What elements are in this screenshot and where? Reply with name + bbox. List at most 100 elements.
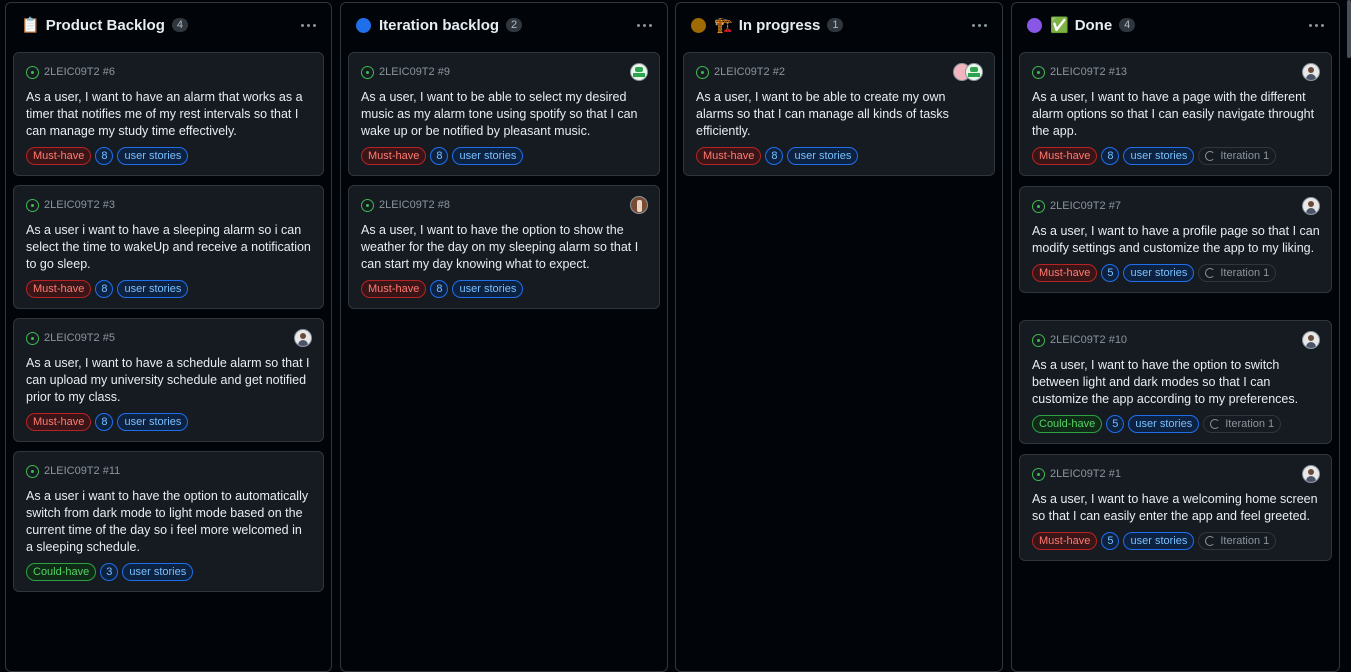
size-label[interactable]: 5 xyxy=(1106,415,1125,433)
open-issue-icon xyxy=(26,65,39,79)
assignees[interactable] xyxy=(294,329,312,347)
assignees[interactable] xyxy=(1302,63,1320,81)
avatar[interactable] xyxy=(1302,331,1320,349)
assignees[interactable] xyxy=(630,63,648,81)
size-label[interactable]: 5 xyxy=(1101,264,1120,282)
issue-card[interactable]: 2LEIC09T2 #3 As a user i want to have a s… xyxy=(13,185,324,309)
issue-reference[interactable]: 2LEIC09T2 #2 xyxy=(714,66,785,78)
avatar[interactable] xyxy=(965,63,983,81)
column-menu-icon[interactable] xyxy=(631,15,657,35)
column-count-badge: 4 xyxy=(1119,18,1136,32)
priority-label[interactable]: Could-have xyxy=(1032,415,1103,433)
issue-card[interactable]: 2LEIC09T2 #1 As a user, I want to have a … xyxy=(1019,454,1332,561)
priority-label[interactable]: Must-have xyxy=(26,280,92,298)
issue-title[interactable]: As a user i want to have a sleeping alar… xyxy=(26,222,312,273)
issue-title[interactable]: As a user, I want to be able to create m… xyxy=(696,89,983,140)
assignees[interactable] xyxy=(1302,465,1320,483)
assignees[interactable] xyxy=(953,63,983,81)
priority-label[interactable]: Must-have xyxy=(1032,147,1098,165)
type-label[interactable]: user stories xyxy=(122,563,194,581)
issue-reference[interactable]: 2LEIC09T2 #6 xyxy=(44,66,115,78)
issue-reference[interactable]: 2LEIC09T2 #11 xyxy=(44,465,120,477)
issue-reference[interactable]: 2LEIC09T2 #8 xyxy=(379,199,450,211)
size-label[interactable]: 8 xyxy=(1101,147,1120,165)
type-label[interactable]: user stories xyxy=(117,147,189,165)
card-header: 2LEIC09T2 #1 xyxy=(1032,465,1320,483)
issue-card[interactable]: 2LEIC09T2 #9 As a user, I want to be able… xyxy=(348,52,660,176)
priority-label[interactable]: Could-have xyxy=(26,563,97,581)
type-label[interactable]: user stories xyxy=(452,147,524,165)
issue-reference[interactable]: 2LEIC09T2 #5 xyxy=(44,332,115,344)
board-scrollbar[interactable] xyxy=(1347,0,1351,58)
issue-title[interactable]: As a user, I want to have the option to … xyxy=(361,222,648,273)
type-label[interactable]: user stories xyxy=(1123,264,1195,282)
size-label[interactable]: 8 xyxy=(95,413,114,431)
type-label[interactable]: user stories xyxy=(1123,532,1195,550)
size-label[interactable]: 8 xyxy=(95,280,114,298)
issue-card[interactable]: 2LEIC09T2 #7 As a user, I want to have a … xyxy=(1019,186,1332,293)
column-menu-icon[interactable] xyxy=(966,15,992,35)
issue-card[interactable]: 2LEIC09T2 #5 As a user, I want to have a … xyxy=(13,318,324,442)
issue-title[interactable]: As a user, I want to have an alarm that … xyxy=(26,89,312,140)
iteration-label[interactable]: Iteration 1 xyxy=(1198,147,1277,165)
issue-title[interactable]: As a user, I want to have a welcoming ho… xyxy=(1032,491,1320,525)
issue-card[interactable]: 2LEIC09T2 #2 As a user, I want to be able… xyxy=(683,52,995,176)
iteration-label[interactable]: Iteration 1 xyxy=(1198,532,1277,550)
type-label[interactable]: user stories xyxy=(117,280,189,298)
card-labels: Must-have 8 user stories Iteration 1 xyxy=(1032,147,1320,165)
column-menu-icon[interactable] xyxy=(1303,15,1329,35)
iteration-icon xyxy=(1205,268,1216,278)
issue-card[interactable]: 2LEIC09T2 #8 As a user, I want to have th… xyxy=(348,185,660,309)
issue-reference[interactable]: 2LEIC09T2 #13 xyxy=(1050,66,1127,78)
type-label[interactable]: user stories xyxy=(1128,415,1200,433)
priority-label[interactable]: Must-have xyxy=(1032,264,1098,282)
assignees[interactable] xyxy=(630,196,648,214)
column-menu-icon[interactable] xyxy=(295,15,321,35)
size-label[interactable]: 5 xyxy=(1101,532,1120,550)
issue-card[interactable]: 2LEIC09T2 #6 As a user, I want to have an… xyxy=(13,52,324,176)
size-label[interactable]: 8 xyxy=(95,147,114,165)
size-label[interactable]: 3 xyxy=(100,563,119,581)
issue-title[interactable]: As a user, I want to have a profile page… xyxy=(1032,223,1320,257)
iteration-text: Iteration 1 xyxy=(1220,150,1270,162)
priority-label[interactable]: Must-have xyxy=(1032,532,1098,550)
issue-reference[interactable]: 2LEIC09T2 #3 xyxy=(44,199,115,211)
issue-card[interactable]: 2LEIC09T2 #11 As a user i want to have th… xyxy=(13,451,324,592)
issue-card[interactable]: 2LEIC09T2 #13 As a user, I want to have a… xyxy=(1019,52,1332,176)
avatar[interactable] xyxy=(630,196,648,214)
type-label[interactable]: user stories xyxy=(117,413,189,431)
issue-title[interactable]: As a user i want to have the option to a… xyxy=(26,488,312,556)
iteration-label[interactable]: Iteration 1 xyxy=(1203,415,1282,433)
issue-title[interactable]: As a user, I want to have a page with th… xyxy=(1032,89,1320,140)
avatar[interactable] xyxy=(1302,63,1320,81)
issue-reference[interactable]: 2LEIC09T2 #10 xyxy=(1050,334,1127,346)
avatar[interactable] xyxy=(630,63,648,81)
column-count-badge: 4 xyxy=(171,18,188,32)
open-issue-icon xyxy=(1032,333,1045,347)
type-label[interactable]: user stories xyxy=(787,147,859,165)
type-label[interactable]: user stories xyxy=(452,280,524,298)
issue-title[interactable]: As a user, I want to have a schedule ala… xyxy=(26,355,312,406)
iteration-label[interactable]: Iteration 1 xyxy=(1198,264,1277,282)
avatar[interactable] xyxy=(1302,197,1320,215)
priority-label[interactable]: Must-have xyxy=(696,147,762,165)
assignees[interactable] xyxy=(1302,331,1320,349)
priority-label[interactable]: Must-have xyxy=(361,147,427,165)
priority-label[interactable]: Must-have xyxy=(361,280,427,298)
avatar[interactable] xyxy=(1302,465,1320,483)
priority-label[interactable]: Must-have xyxy=(26,413,92,431)
size-label[interactable]: 8 xyxy=(430,280,449,298)
avatar[interactable] xyxy=(294,329,312,347)
column-count-badge: 2 xyxy=(506,18,523,32)
issue-title[interactable]: As a user, I want to be able to select m… xyxy=(361,89,648,140)
issue-title[interactable]: As a user, I want to have the option to … xyxy=(1032,357,1320,408)
size-label[interactable]: 8 xyxy=(430,147,449,165)
assignees[interactable] xyxy=(1302,197,1320,215)
type-label[interactable]: user stories xyxy=(1123,147,1195,165)
issue-reference[interactable]: 2LEIC09T2 #1 xyxy=(1050,468,1121,480)
issue-reference[interactable]: 2LEIC09T2 #9 xyxy=(379,66,450,78)
priority-label[interactable]: Must-have xyxy=(26,147,92,165)
size-label[interactable]: 8 xyxy=(765,147,784,165)
issue-reference[interactable]: 2LEIC09T2 #7 xyxy=(1050,200,1121,212)
issue-card[interactable]: 2LEIC09T2 #10 As a user, I want to have t… xyxy=(1019,320,1332,444)
